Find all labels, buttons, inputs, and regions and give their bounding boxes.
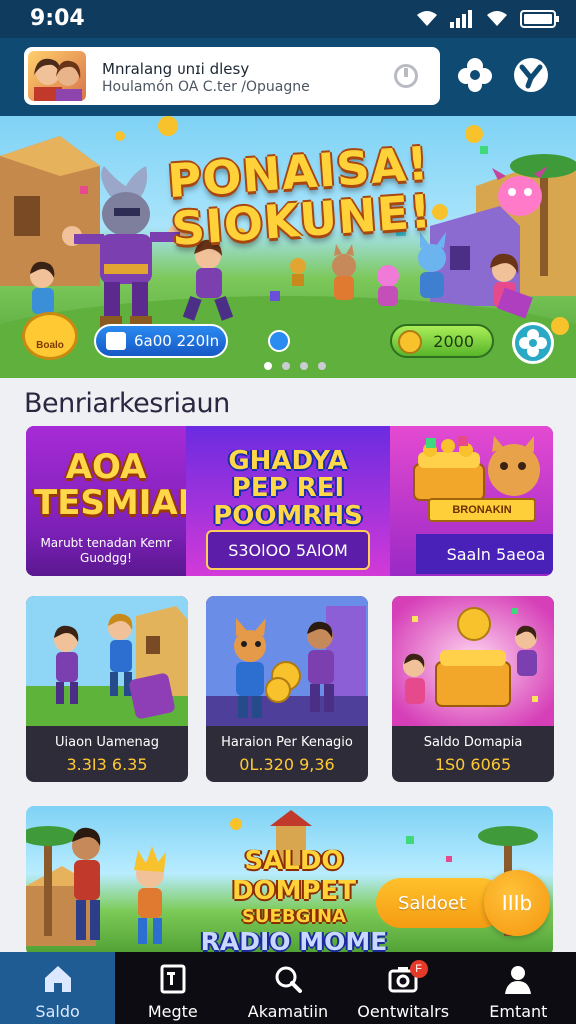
battery-icon [520,10,559,28]
promo-panel-3[interactable]: BRONAKIN Saaln 5aeoa [390,426,553,576]
signal-icon [450,10,472,28]
hero-coins-button[interactable]: 2000 [390,324,494,358]
game-card-1[interactable]: Uiaon Uamenag 3.3I3 6.35 [26,596,188,782]
status-bar: 9:04 [0,0,576,38]
card-value: 3.3I3 6.35 [66,755,148,774]
hero-banner[interactable]: PONAISA! SIOKUNE! Boalo 6a00 220In 2000 [0,116,576,378]
promo-panel-1[interactable]: AOA TESMIAN Marubt tenadan Kemr Guodgg! [26,426,207,576]
nav-item-emtant[interactable]: Emtant [461,952,576,1024]
document-icon [160,964,186,994]
wifi-icon-2 [487,11,507,26]
card-value: 1S0 6065 [434,755,512,774]
flower-icon[interactable] [456,56,494,94]
status-icons [416,9,560,29]
hero-title: PONAISA! SIOKUNE! [162,136,438,256]
profile-card[interactable]: Mnralang ᴜnɪi dlesy Houlamón OA C.ter /O… [24,47,440,105]
card-1-art [26,596,188,726]
nav-item-akamatiin[interactable]: Akamatiin [230,952,345,1024]
status-time: 9:04 [30,6,85,31]
promo-strip[interactable]: AOA TESMIAN Marubt tenadan Kemr Guodgg! … [26,426,553,576]
carousel-dots [264,362,326,370]
wallet-icon [106,332,126,350]
promo-panel-1-title: AOA TESMIAN [34,447,207,523]
card-label: Uiaon Uamenag [54,735,160,750]
carousel-dot[interactable] [282,362,290,370]
carousel-dot[interactable] [318,362,326,370]
bottom-banner[interactable]: SALDO DOMPET SUEBGINA RADIO MOME Saldoet… [26,806,553,956]
carousel-dot[interactable] [264,362,272,370]
card-label: Saldo Domapia [423,735,523,750]
power-icon[interactable] [394,64,418,88]
hero-balance-button[interactable]: 6a00 220In [94,324,228,358]
promo-panel-1-caption: Marubt tenadan Kemr Guodgg! [40,536,172,565]
nav-label: Akamatiin [247,1002,329,1021]
arrow-icon[interactable] [268,330,290,352]
header: Mnralang ᴜnɪi dlesy Houlamón OA C.ter /O… [0,38,576,116]
carousel-dot[interactable] [300,362,308,370]
card-2-art [206,596,368,726]
avatar[interactable] [28,51,86,101]
game-card-2[interactable]: Haraion Per Kenagio 0L.320 9,36 [206,596,368,782]
promo-panel-3-button[interactable]: Saaln 5aeoa [416,534,553,574]
nav-item-oentwitalrs[interactable]: F Oentwitalrs [346,952,461,1024]
wifi-icon [417,11,437,26]
user-icon [505,966,532,994]
nav-item-megte[interactable]: Megte [115,952,230,1024]
nav-label: Oentwitalrs [357,1002,450,1021]
bottom-banner-title: SALDO DOMPET SUEBGINA RADIO MOME [194,846,394,956]
card-3-art [392,596,554,726]
nav-label: Megte [147,1002,198,1021]
hero-coins-label: 2000 [433,331,474,351]
card-label: Haraion Per Kenagio [221,735,353,750]
nav-label: Saldo [35,1002,80,1021]
bottom-banner-line2: SUEBGINA [241,906,347,927]
section-title: Benriarkesriaun [24,388,230,419]
promo-panel-2-title: GHADYA PEP REI POOMRHS [213,446,363,531]
profile-subtitle: Houlamón OA C.ter /Opuagne [102,79,310,95]
promo-panel-2[interactable]: GHADYA PEP REI POOMRHS S3OlOO 5AlOM [186,426,390,576]
nav-item-saldo[interactable]: Saldo [0,952,116,1024]
hero-flower-button[interactable] [512,322,554,364]
nav-label: Emtant [489,1002,548,1021]
flower-icon [519,329,547,357]
bottom-banner-fab[interactable]: IIIb [484,870,550,936]
search-icon [275,966,302,993]
promo-panel-2-box[interactable]: S3OlOO 5AlOM [206,530,370,570]
notification-badge: F [409,960,428,978]
profile-name: Mnralang ᴜnɪi dlesy [102,60,250,78]
hero-balance-label: 6a00 220In [134,332,220,350]
brand-logo-icon[interactable] [512,56,550,94]
card-value: 0L.320 9,36 [239,755,335,774]
promo-panel-3-ribbon: BRONAKIN [428,498,536,522]
hero-badge: Boalo [22,312,78,360]
coin-icon [398,330,422,354]
home-icon [44,966,71,992]
bottom-banner-line1: SALDO DOMPET [231,846,357,906]
game-card-3[interactable]: Saldo Domapia 1S0 6065 [392,596,554,782]
bottom-nav: Saldo Megte Akamatiin F Oentwitalrs Emta… [0,952,576,1024]
